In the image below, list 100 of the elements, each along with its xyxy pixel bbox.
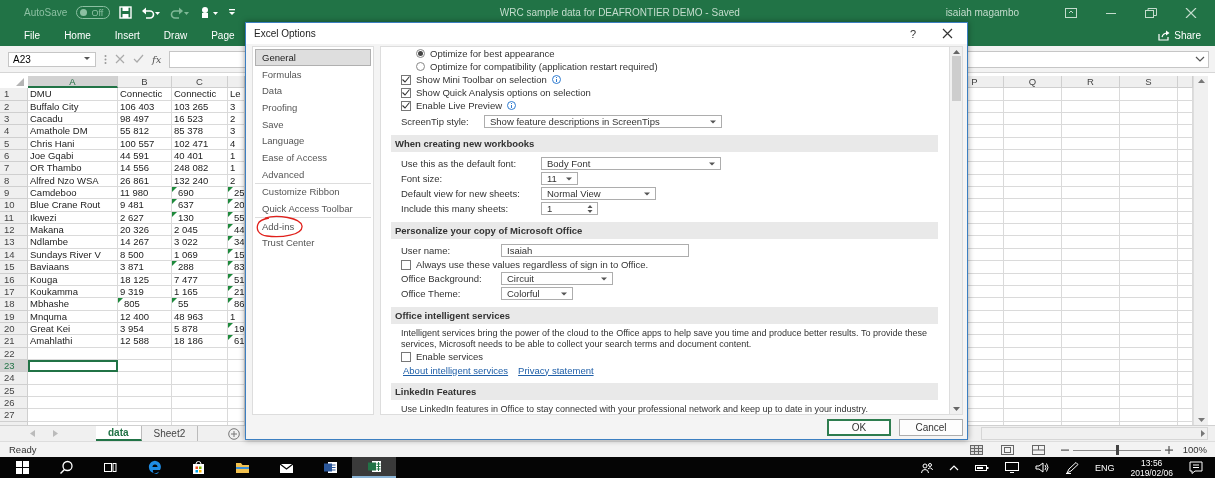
empty-cell[interactable] bbox=[172, 409, 228, 422]
checkbox[interactable] bbox=[401, 100, 411, 111]
ribbon-display-icon[interactable] bbox=[1065, 7, 1077, 18]
empty-cell[interactable] bbox=[1004, 409, 1062, 422]
empty-cell[interactable] bbox=[1004, 236, 1062, 249]
page-layout-icon[interactable] bbox=[1000, 444, 1014, 455]
dropdown[interactable]: Body Font bbox=[541, 157, 721, 170]
empty-cell[interactable] bbox=[1120, 409, 1178, 422]
empty-cell[interactable] bbox=[1120, 372, 1178, 385]
empty-cell[interactable] bbox=[1062, 125, 1120, 138]
empty-cell[interactable] bbox=[1062, 137, 1120, 151]
empty-cell[interactable] bbox=[1120, 174, 1178, 188]
empty-cell[interactable] bbox=[1120, 125, 1178, 138]
empty-cell[interactable] bbox=[118, 409, 172, 422]
empty-cell[interactable] bbox=[1120, 248, 1178, 262]
empty-cell[interactable] bbox=[1062, 224, 1120, 237]
vertical-scrollbar[interactable] bbox=[1193, 76, 1208, 425]
nav-item[interactable]: Advanced bbox=[255, 165, 371, 183]
close-icon[interactable] bbox=[942, 28, 953, 39]
dropdown[interactable]: Colorful bbox=[501, 287, 573, 300]
empty-cell[interactable] bbox=[1120, 236, 1178, 249]
nav-item[interactable]: Language bbox=[255, 132, 371, 150]
scrollbar-thumb[interactable] bbox=[951, 56, 961, 101]
empty-cell[interactable] bbox=[1062, 100, 1120, 114]
empty-cell[interactable] bbox=[118, 372, 172, 385]
speaker-icon[interactable] bbox=[1034, 462, 1049, 473]
empty-cell[interactable] bbox=[1120, 359, 1178, 373]
empty-cell[interactable] bbox=[1004, 273, 1062, 286]
empty-cell[interactable] bbox=[1062, 372, 1120, 385]
row-number[interactable]: 15 bbox=[0, 261, 28, 274]
info-icon[interactable] bbox=[551, 75, 561, 84]
row-number[interactable]: 9 bbox=[0, 187, 28, 200]
row-number[interactable]: 7 bbox=[0, 162, 28, 175]
empty-cell[interactable] bbox=[1004, 396, 1062, 410]
empty-cell[interactable] bbox=[1062, 273, 1120, 286]
empty-cell[interactable] bbox=[1120, 273, 1178, 286]
empty-cell[interactable] bbox=[1120, 396, 1178, 410]
empty-cell[interactable] bbox=[1062, 174, 1120, 188]
check-icon[interactable] bbox=[133, 54, 144, 64]
empty-cell[interactable] bbox=[1062, 384, 1120, 397]
scroll-up-icon[interactable] bbox=[952, 49, 960, 54]
dialog-button[interactable]: OK bbox=[827, 418, 891, 436]
caret-icon[interactable] bbox=[565, 175, 573, 182]
empty-cell[interactable] bbox=[172, 396, 228, 410]
page-break-icon[interactable] bbox=[1031, 444, 1045, 455]
empty-cell[interactable] bbox=[1120, 335, 1178, 348]
empty-cell[interactable] bbox=[1120, 211, 1178, 225]
empty-cell[interactable] bbox=[1004, 113, 1062, 126]
touch-mode-icon[interactable] bbox=[199, 6, 220, 19]
checkbox[interactable] bbox=[401, 74, 411, 85]
column-header[interactable]: Q bbox=[1004, 76, 1062, 89]
empty-cell[interactable] bbox=[1062, 322, 1120, 336]
row-number[interactable]: 13 bbox=[0, 236, 28, 249]
empty-cell[interactable] bbox=[1004, 285, 1062, 299]
ribbon-tab[interactable]: File bbox=[0, 30, 41, 41]
empty-cell[interactable] bbox=[1004, 137, 1062, 151]
row-number[interactable]: 4 bbox=[0, 125, 28, 138]
empty-cell[interactable] bbox=[1004, 384, 1062, 397]
clock-time[interactable]: 13:56 bbox=[1141, 457, 1163, 468]
empty-cell[interactable] bbox=[1004, 335, 1062, 348]
empty-cell[interactable] bbox=[1120, 113, 1178, 126]
empty-cell[interactable] bbox=[1004, 162, 1062, 175]
empty-cell[interactable] bbox=[172, 347, 228, 360]
ribbon-tab[interactable]: Draw bbox=[139, 30, 188, 41]
radio-button[interactable] bbox=[416, 49, 425, 58]
empty-cell[interactable] bbox=[1004, 125, 1062, 138]
empty-cell[interactable] bbox=[1120, 100, 1178, 114]
row-number[interactable]: 12 bbox=[0, 224, 28, 237]
column-header[interactable]: R bbox=[1062, 76, 1120, 89]
info-icon[interactable] bbox=[507, 101, 517, 110]
empty-cell[interactable] bbox=[1004, 187, 1062, 200]
empty-cell[interactable] bbox=[1120, 298, 1178, 311]
empty-cell[interactable] bbox=[1062, 359, 1120, 373]
folder-icon[interactable] bbox=[234, 460, 250, 475]
empty-cell[interactable] bbox=[1004, 248, 1062, 262]
caret-icon[interactable] bbox=[708, 160, 716, 167]
empty-cell[interactable] bbox=[1004, 224, 1062, 237]
vertical-scrollbar[interactable] bbox=[949, 47, 962, 414]
spin-box[interactable]: 1 bbox=[541, 202, 598, 215]
cross-icon[interactable] bbox=[115, 54, 125, 64]
nav-item[interactable]: Data bbox=[255, 82, 371, 100]
empty-cell[interactable] bbox=[172, 359, 228, 373]
empty-cell[interactable] bbox=[1004, 347, 1062, 360]
nav-item[interactable]: Save bbox=[255, 115, 371, 133]
scroll-down-icon[interactable] bbox=[952, 407, 960, 412]
empty-cell[interactable] bbox=[1004, 322, 1062, 336]
next-sheet-icon[interactable] bbox=[53, 430, 58, 437]
document-icon[interactable] bbox=[322, 460, 338, 475]
insert-function-button[interactable]: fx bbox=[152, 53, 162, 65]
empty-cell[interactable] bbox=[1120, 322, 1178, 336]
empty-cell[interactable] bbox=[1062, 187, 1120, 200]
empty-cell[interactable] bbox=[1062, 113, 1120, 126]
pen-icon[interactable] bbox=[1064, 461, 1079, 474]
empty-cell[interactable] bbox=[1062, 396, 1120, 410]
empty-cell[interactable] bbox=[1004, 88, 1062, 101]
add-sheet-icon[interactable] bbox=[228, 427, 241, 440]
nav-item[interactable]: Ease of Access bbox=[255, 149, 371, 166]
nav-item[interactable]: Quick Access Toolbar bbox=[255, 200, 371, 217]
row-number[interactable]: 6 bbox=[0, 150, 28, 163]
shopping-bag-icon[interactable] bbox=[190, 460, 206, 475]
